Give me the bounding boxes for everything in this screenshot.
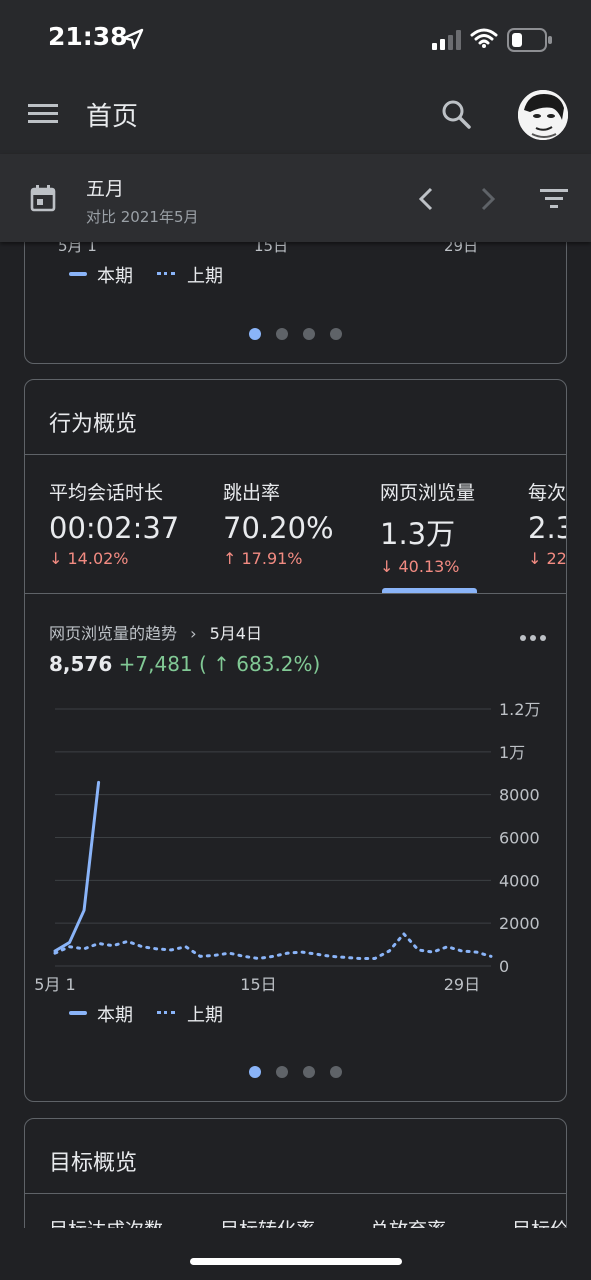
cellular-signal-icon [432, 30, 461, 50]
trend-date: 5月4日 [209, 624, 262, 643]
metric-label: 网页浏览量 [380, 482, 476, 504]
location-arrow-icon [122, 28, 144, 50]
trend-header[interactable]: 网页浏览量的趋势 › 5月4日 [49, 620, 262, 644]
more-horizontal-icon[interactable] [519, 634, 547, 642]
x-tick-label: 29日 [444, 975, 480, 994]
metric-change: ↓ 14.02% [49, 549, 129, 568]
trend-summary: 8,576 +7,481 ( ↑ 683.2%) [49, 652, 320, 676]
menu-icon[interactable] [28, 102, 58, 126]
pageviews-trend-chart[interactable]: 0 2000 4000 6000 8000 1万 1.2万 5月 1 15日 29日 [25, 685, 567, 1015]
y-tick-label: 1.2万 [499, 700, 540, 719]
wifi-icon [470, 28, 498, 48]
metric-label: 平均会话时长 [49, 482, 164, 504]
page-dot[interactable] [303, 1066, 315, 1078]
metric-change: ↑ 17.91% [223, 549, 303, 568]
legend-current-label: 本期 [97, 266, 133, 287]
legend-previous-label: 上期 [187, 1005, 223, 1026]
legend-previous-swatch [157, 1011, 175, 1014]
search-icon[interactable] [440, 98, 474, 132]
metric-value: 2.3 [528, 511, 566, 545]
status-time: 21:38 [48, 22, 128, 51]
y-tick-label: 1万 [499, 743, 525, 762]
page-dot[interactable] [276, 328, 288, 340]
page-dot[interactable] [303, 328, 315, 340]
trend-delta: +7,481 ( ↑ 683.2%) [118, 652, 321, 676]
y-tick-label: 6000 [499, 829, 540, 848]
bottom-safe-area [0, 1228, 591, 1280]
y-tick-label: 4000 [499, 871, 540, 890]
legend-previous-label: 上期 [187, 266, 223, 287]
behavior-overview-card: 行为概览 平均会话时长 00:02:37 ↓ 14.02% 跳出率 70.20%… [24, 379, 567, 1102]
divider [25, 1193, 566, 1194]
date-range-bar: 五月 对比 2021年5月 [0, 154, 591, 242]
y-tick-label: 2000 [499, 914, 540, 933]
legend-current-swatch [69, 272, 87, 276]
page-dot[interactable] [249, 328, 261, 340]
date-compare: 对比 2021年5月 [86, 208, 199, 226]
app-bar: 首页 [0, 80, 591, 154]
x-tick-label: 15日 [240, 975, 276, 994]
metric-label: 每次 [528, 482, 567, 504]
y-tick-label: 0 [499, 957, 509, 976]
metric-value: 1.3万 [380, 517, 456, 551]
series-current-line [53, 780, 101, 953]
home-indicator[interactable] [190, 1258, 402, 1265]
trend-value: 8,576 [49, 652, 113, 676]
card-title: 目标概览 [49, 1151, 138, 1176]
x-tick-label: 5月 1 [34, 975, 75, 994]
metric-pageviews[interactable]: 网页浏览量 1.3万 ↓ 40.13% [380, 478, 475, 576]
calendar-icon[interactable] [30, 184, 56, 212]
metric-bounce-rate[interactable]: 跳出率 70.20% ↑ 17.91% [223, 478, 334, 568]
page-dot[interactable] [330, 328, 342, 340]
status-bar: 21:38 [0, 0, 591, 80]
metric-change: ↓ 22 [528, 549, 567, 568]
avatar[interactable] [518, 90, 568, 140]
divider [25, 454, 566, 455]
page-title: 首页 [86, 102, 139, 132]
metric-change: ↓ 40.13% [380, 557, 460, 576]
metric-avg-session[interactable]: 平均会话时长 00:02:37 ↓ 14.02% [49, 478, 179, 568]
legend-current-label: 本期 [97, 1005, 133, 1026]
metric-value: 00:02:37 [49, 511, 180, 545]
legend-current-swatch [69, 1011, 87, 1015]
page-dot[interactable] [276, 1066, 288, 1078]
chevron-right-icon[interactable] [478, 186, 498, 212]
series-previous-line [53, 932, 493, 961]
y-tick-label: 8000 [499, 786, 540, 805]
chevron-left-icon[interactable] [416, 186, 436, 212]
page-dot[interactable] [330, 1066, 342, 1078]
metric-pages-per-session[interactable]: 每次 2.3 ↓ 22 [528, 478, 567, 568]
metric-label: 跳出率 [223, 482, 281, 504]
page-dot[interactable] [249, 1066, 261, 1078]
metric-value: 70.20% [223, 511, 334, 545]
date-period[interactable]: 五月 [86, 174, 124, 201]
avatar-face-icon [518, 90, 568, 140]
battery-icon [507, 28, 552, 52]
divider [25, 593, 566, 594]
legend-previous-swatch [157, 272, 175, 275]
trend-title: 网页浏览量的趋势 [49, 624, 178, 643]
chevron-right-icon: › [190, 624, 197, 643]
card-title: 行为概览 [49, 412, 138, 437]
filter-icon[interactable] [540, 188, 568, 210]
